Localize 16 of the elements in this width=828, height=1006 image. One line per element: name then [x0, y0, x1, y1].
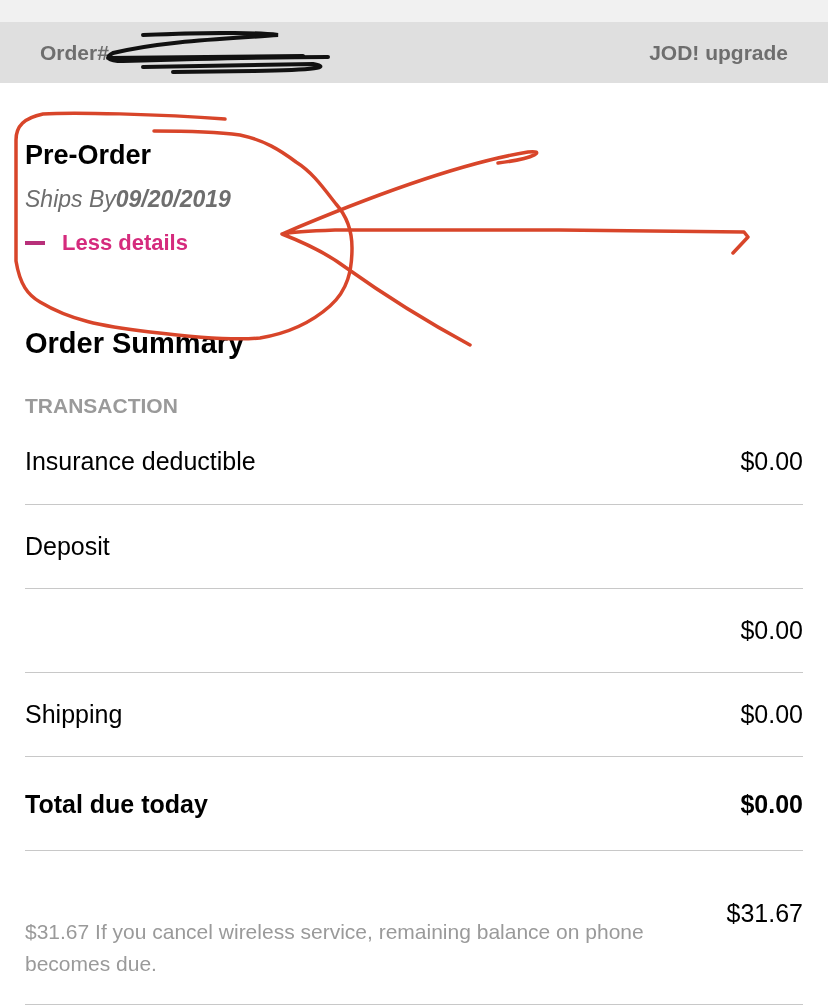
line-label: Insurance deductible [25, 446, 256, 478]
upgrade-link[interactable]: JOD! upgrade [649, 36, 788, 69]
amount: $0.00 [740, 698, 803, 730]
total-amount: $0.00 [740, 789, 803, 820]
less-details-toggle[interactable]: Less details [25, 226, 188, 259]
order-number-label: Order# [40, 39, 109, 66]
ships-by-date: Ships By09/20/2019 [25, 185, 232, 214]
total-label: Total due today [25, 789, 208, 820]
section-label: TRANSACTION [25, 393, 179, 419]
preorder-title: Pre-Order [25, 139, 153, 172]
note-text: $31.67 If you cancel wireless service, remaining balance on phone becomes due. [25, 919, 645, 977]
amount: $31.67 [726, 898, 803, 929]
line-label: Shipping [25, 698, 123, 730]
amount: $0.00 [740, 446, 803, 478]
amount: $0.00 [740, 614, 803, 646]
line-label: Deposit [25, 530, 110, 562]
